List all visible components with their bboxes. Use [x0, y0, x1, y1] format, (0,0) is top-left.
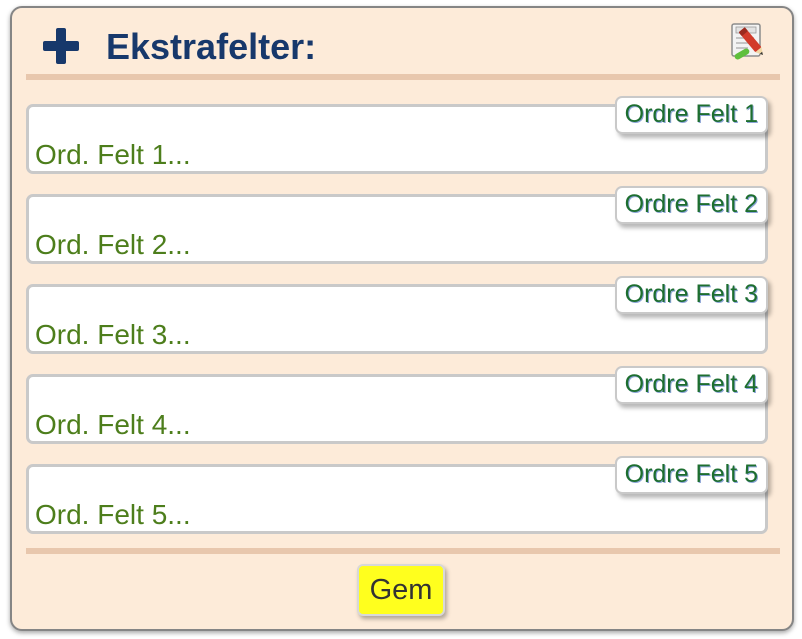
panel-header: Ekstrafelter: [26, 18, 780, 80]
footer-divider [26, 548, 780, 554]
extra-fields-panel: Ekstrafelter: Ordre Felt 1 Ordre Felt 2 [10, 6, 794, 631]
order-field-2-tag: Ordre Felt 2 [614, 186, 768, 224]
panel-title: Ekstrafelter: [106, 26, 317, 67]
extra-field-row-5: Ordre Felt 5 [26, 456, 776, 554]
extra-field-row-4: Ordre Felt 4 [26, 366, 776, 464]
save-button[interactable]: Gem [357, 564, 445, 616]
order-field-4-tag: Ordre Felt 4 [614, 366, 768, 404]
edit-document-icon[interactable] [728, 18, 770, 60]
order-field-5-tag: Ordre Felt 5 [614, 456, 768, 494]
extra-fields-list: Ordre Felt 1 Ordre Felt 2 Ordre Felt 3 O… [26, 96, 776, 554]
extra-field-row-3: Ordre Felt 3 [26, 276, 776, 374]
order-field-3-tag: Ordre Felt 3 [614, 276, 768, 314]
extra-field-row-2: Ordre Felt 2 [26, 186, 776, 284]
plus-icon[interactable] [43, 28, 79, 64]
extra-field-row-1: Ordre Felt 1 [26, 96, 776, 194]
order-field-1-tag: Ordre Felt 1 [614, 96, 768, 134]
